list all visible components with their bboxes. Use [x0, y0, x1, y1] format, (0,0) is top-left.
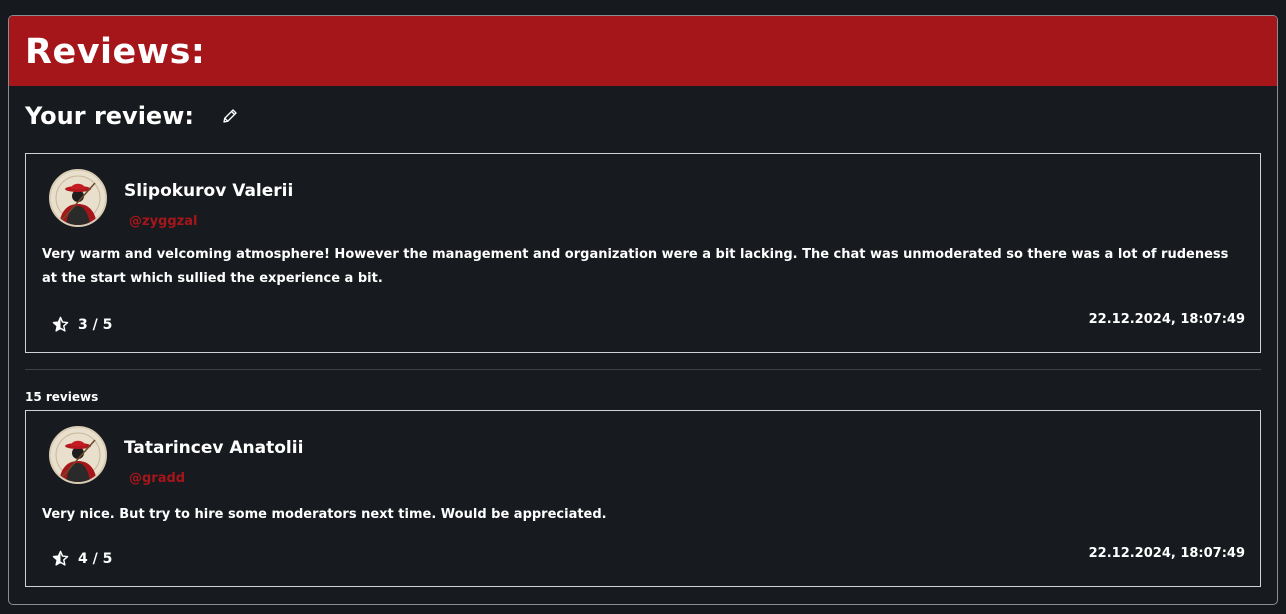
- avatar-image: [51, 171, 105, 225]
- review-rating: 4 / 5: [52, 550, 112, 567]
- rating-value: 4 / 5: [78, 550, 113, 567]
- avatar-image: [51, 428, 105, 482]
- reviews-title: Reviews:: [25, 32, 206, 72]
- review-card: Tatarincev Anatolii @gradd Very nice. Bu…: [25, 410, 1261, 587]
- reviews-header: Reviews:: [9, 16, 1277, 86]
- author-handle[interactable]: @gradd: [129, 471, 185, 486]
- review-text: Very nice. But try to hire some moderato…: [42, 507, 607, 522]
- pencil-icon: [223, 109, 237, 123]
- review-rating: 3 / 5: [52, 316, 112, 333]
- avatar[interactable]: [49, 169, 107, 227]
- rating-value: 3 / 5: [78, 316, 113, 333]
- reviews-panel: Reviews: Your review: Slipokurov Valerii…: [8, 15, 1278, 605]
- author-handle[interactable]: @zyggzal: [129, 214, 197, 229]
- edit-review-button[interactable]: [220, 106, 240, 126]
- your-review-title: Your review:: [25, 102, 194, 130]
- half-star-icon: [52, 316, 69, 332]
- review-date: 22.12.2024, 18:07:49: [1088, 312, 1245, 327]
- author-name: Tatarincev Anatolii: [124, 438, 304, 458]
- my-review-card: Slipokurov Valerii @zyggzal Very warm an…: [25, 153, 1261, 353]
- author-name: Slipokurov Valerii: [124, 181, 294, 201]
- review-text: Very warm and velcoming atmosphere! Howe…: [42, 247, 1229, 286]
- avatar[interactable]: [49, 426, 107, 484]
- review-date: 22.12.2024, 18:07:49: [1088, 546, 1245, 561]
- divider: [25, 369, 1261, 370]
- reviews-count: 15 reviews: [25, 390, 99, 404]
- half-star-icon: [52, 550, 69, 566]
- your-review-row: Your review:: [25, 102, 240, 130]
